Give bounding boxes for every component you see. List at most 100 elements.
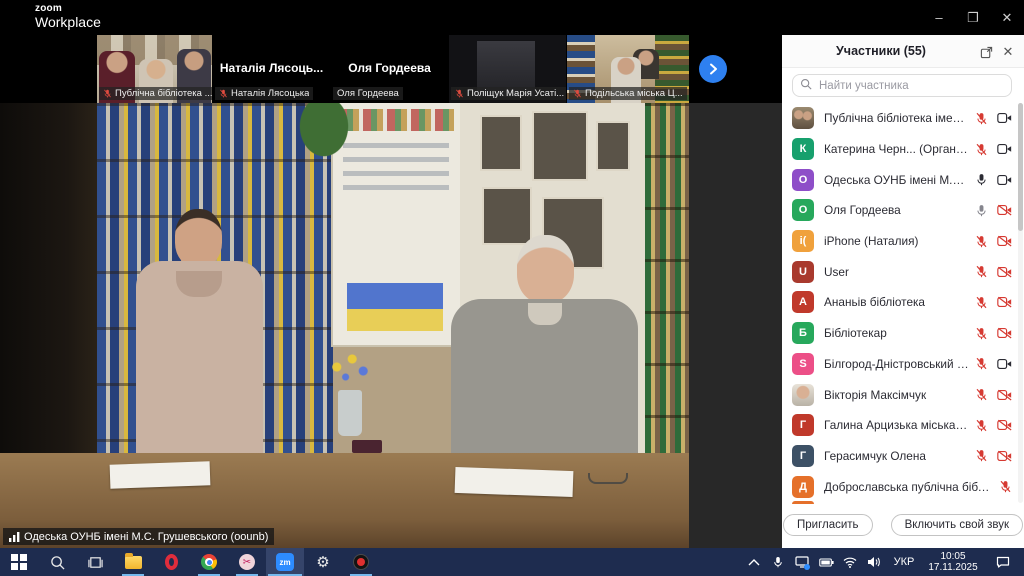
participant-name: Білгород-Дністровський КУ "П... bbox=[824, 357, 975, 371]
close-button[interactable]: ✕ bbox=[990, 0, 1024, 35]
participant-avatar: Б bbox=[792, 322, 814, 344]
camera-off-icon bbox=[997, 266, 1012, 278]
speaker-name-text: Одеська ОУНБ імені М.С. Грушевського (oo… bbox=[24, 531, 268, 543]
screenshot-tool-icon[interactable]: ✂ bbox=[228, 548, 266, 576]
scrollbar-thumb[interactable] bbox=[1018, 103, 1023, 231]
participant-avatar: Г bbox=[792, 445, 814, 467]
audio-signal-icon bbox=[9, 532, 20, 542]
filmstrip-thumbnail[interactable]: Поліщук Марія Усаті... bbox=[449, 35, 566, 103]
action-center-icon[interactable] bbox=[986, 548, 1020, 576]
speaker-name-label: Одеська ОУНБ імені М.С. Грушевського (oo… bbox=[3, 528, 274, 545]
mic-muted-icon bbox=[975, 357, 988, 370]
scene-vase bbox=[338, 390, 362, 436]
participant-avatar: Д bbox=[792, 476, 814, 498]
language-indicator[interactable]: УКР bbox=[888, 556, 920, 568]
filmstrip-thumbnail[interactable]: Публічна бібліотека ... bbox=[97, 35, 212, 103]
invite-button[interactable]: Пригласить bbox=[783, 514, 873, 536]
camera-off-icon bbox=[997, 419, 1012, 431]
minimize-button[interactable]: – bbox=[922, 0, 956, 35]
participant-name: Галина Арцизька міська публі... bbox=[824, 418, 975, 432]
restore-button[interactable]: ❐ bbox=[956, 0, 990, 35]
participant-row[interactable]: UUser bbox=[782, 256, 1018, 287]
file-explorer-icon[interactable] bbox=[114, 548, 152, 576]
volume-icon[interactable] bbox=[862, 548, 886, 576]
mic-on-icon bbox=[975, 173, 988, 186]
participant-display-name: Оля Гордеева bbox=[331, 61, 448, 75]
system-tray: УКР 10:05 17.11.2025 bbox=[742, 548, 1024, 576]
next-videos-button[interactable] bbox=[699, 55, 727, 83]
thumbnail-name-label: Публічна бібліотека ... bbox=[99, 87, 212, 100]
participant-avatar: S bbox=[792, 353, 814, 375]
participant-avatar: О bbox=[792, 169, 814, 191]
mic-muted-icon bbox=[975, 112, 988, 125]
participant-row[interactable]: Г Герасимчук Олена bbox=[782, 441, 1018, 472]
muted-mic-icon bbox=[573, 89, 582, 98]
participant-row[interactable]: ААнаньів бібліотека bbox=[782, 287, 1018, 318]
battery-icon[interactable] bbox=[814, 548, 838, 576]
settings-icon[interactable]: ⚙ bbox=[304, 548, 342, 576]
camera-on-icon bbox=[997, 143, 1012, 155]
mic-on-icon bbox=[975, 204, 988, 217]
participant-row[interactable]: S Білгород-Дністровський КУ "П... bbox=[782, 349, 1018, 380]
opera-icon[interactable] bbox=[152, 548, 190, 576]
camera-off-icon bbox=[997, 450, 1012, 462]
zoom-app-icon[interactable]: zm bbox=[266, 548, 304, 576]
scene-phone bbox=[352, 440, 382, 453]
muted-mic-icon bbox=[219, 89, 228, 98]
close-panel-icon[interactable]: ✕ bbox=[1000, 44, 1016, 60]
camera-on-icon bbox=[997, 174, 1012, 186]
screen-recorder-icon[interactable] bbox=[342, 548, 380, 576]
chrome-icon[interactable] bbox=[190, 548, 228, 576]
start-icon[interactable] bbox=[0, 548, 38, 576]
participant-row[interactable]: ГГалина Арцизька міська публі... bbox=[782, 410, 1018, 441]
scene-bookshelf-right bbox=[645, 103, 689, 483]
search-icon[interactable] bbox=[38, 548, 76, 576]
participant-row[interactable]: Вікторія Максімчук bbox=[782, 379, 1018, 410]
search-input[interactable] bbox=[817, 79, 1004, 93]
participant-row[interactable]: ООля Гордеева bbox=[782, 195, 1018, 226]
participant-row[interactable]: ККатерина Черн... (Организатор) bbox=[782, 134, 1018, 165]
zoom-workplace-window: zoom Workplace – ❐ ✕ Публічна бібліотека… bbox=[0, 0, 1024, 576]
unmute-self-button[interactable]: Включить свой звук bbox=[891, 514, 1023, 536]
stage-background bbox=[689, 103, 782, 548]
cast-display-icon[interactable] bbox=[790, 548, 814, 576]
mic-muted-icon bbox=[975, 449, 988, 462]
thumbnail-name-label: Поліщук Марія Усаті... bbox=[451, 87, 566, 100]
camera-off-icon bbox=[997, 327, 1012, 339]
scene-poster bbox=[333, 103, 460, 345]
microphone-icon[interactable] bbox=[766, 548, 790, 576]
participant-row[interactable]: ББібліотекар bbox=[782, 318, 1018, 349]
filmstrip-thumbnail[interactable]: Наталія Лясоць... Наталія Лясоцька bbox=[213, 35, 330, 103]
participant-name: Вікторія Максімчук bbox=[824, 388, 975, 402]
participant-name: Одеська ОУНБ імені М.С. Гру... bbox=[824, 173, 975, 187]
participant-name: User bbox=[824, 265, 975, 279]
participant-row[interactable]: О Одеська ОУНБ імені М.С. Гру... bbox=[782, 164, 1018, 195]
filmstrip-thumbnail[interactable]: Оля ГордееваОля Гордеева bbox=[331, 35, 448, 103]
person-right-body bbox=[451, 299, 638, 479]
task-view-icon[interactable] bbox=[76, 548, 114, 576]
tray-date: 17.11.2025 bbox=[928, 562, 977, 573]
camera-off-icon bbox=[997, 296, 1012, 308]
tray-expand-icon[interactable] bbox=[742, 548, 766, 576]
participant-search[interactable] bbox=[792, 74, 1012, 97]
scene-plant bbox=[296, 103, 352, 161]
mic-muted-icon bbox=[975, 143, 988, 156]
camera-off-icon bbox=[997, 389, 1012, 401]
filmstrip-thumbnail[interactable]: Подільська міська Ц... bbox=[567, 35, 689, 103]
scene-paper bbox=[455, 467, 574, 497]
participant-row[interactable]: i(iPhone (Наталия) bbox=[782, 226, 1018, 257]
participant-row[interactable]: ДДоброславська публічна бібліоте... bbox=[782, 471, 1018, 502]
participant-row[interactable]: Публічна бібліотека імені ... (Я) bbox=[782, 103, 1018, 134]
scene-glasses bbox=[588, 473, 628, 484]
mic-muted-icon bbox=[975, 327, 988, 340]
title-bar: zoom Workplace – ❐ ✕ bbox=[0, 0, 1024, 35]
participant-name: Герасимчук Олена bbox=[824, 449, 975, 463]
search-icon bbox=[800, 77, 812, 95]
participant-name: Оля Гордеева bbox=[824, 203, 975, 217]
logo-zoom-text: zoom bbox=[35, 4, 101, 15]
pop-out-icon[interactable] bbox=[978, 44, 994, 60]
participants-header: Участники (55) ✕ bbox=[782, 35, 1024, 68]
participant-avatar: А bbox=[792, 291, 814, 313]
wifi-icon[interactable] bbox=[838, 548, 862, 576]
clock[interactable]: 10:05 17.11.2025 bbox=[922, 551, 984, 573]
